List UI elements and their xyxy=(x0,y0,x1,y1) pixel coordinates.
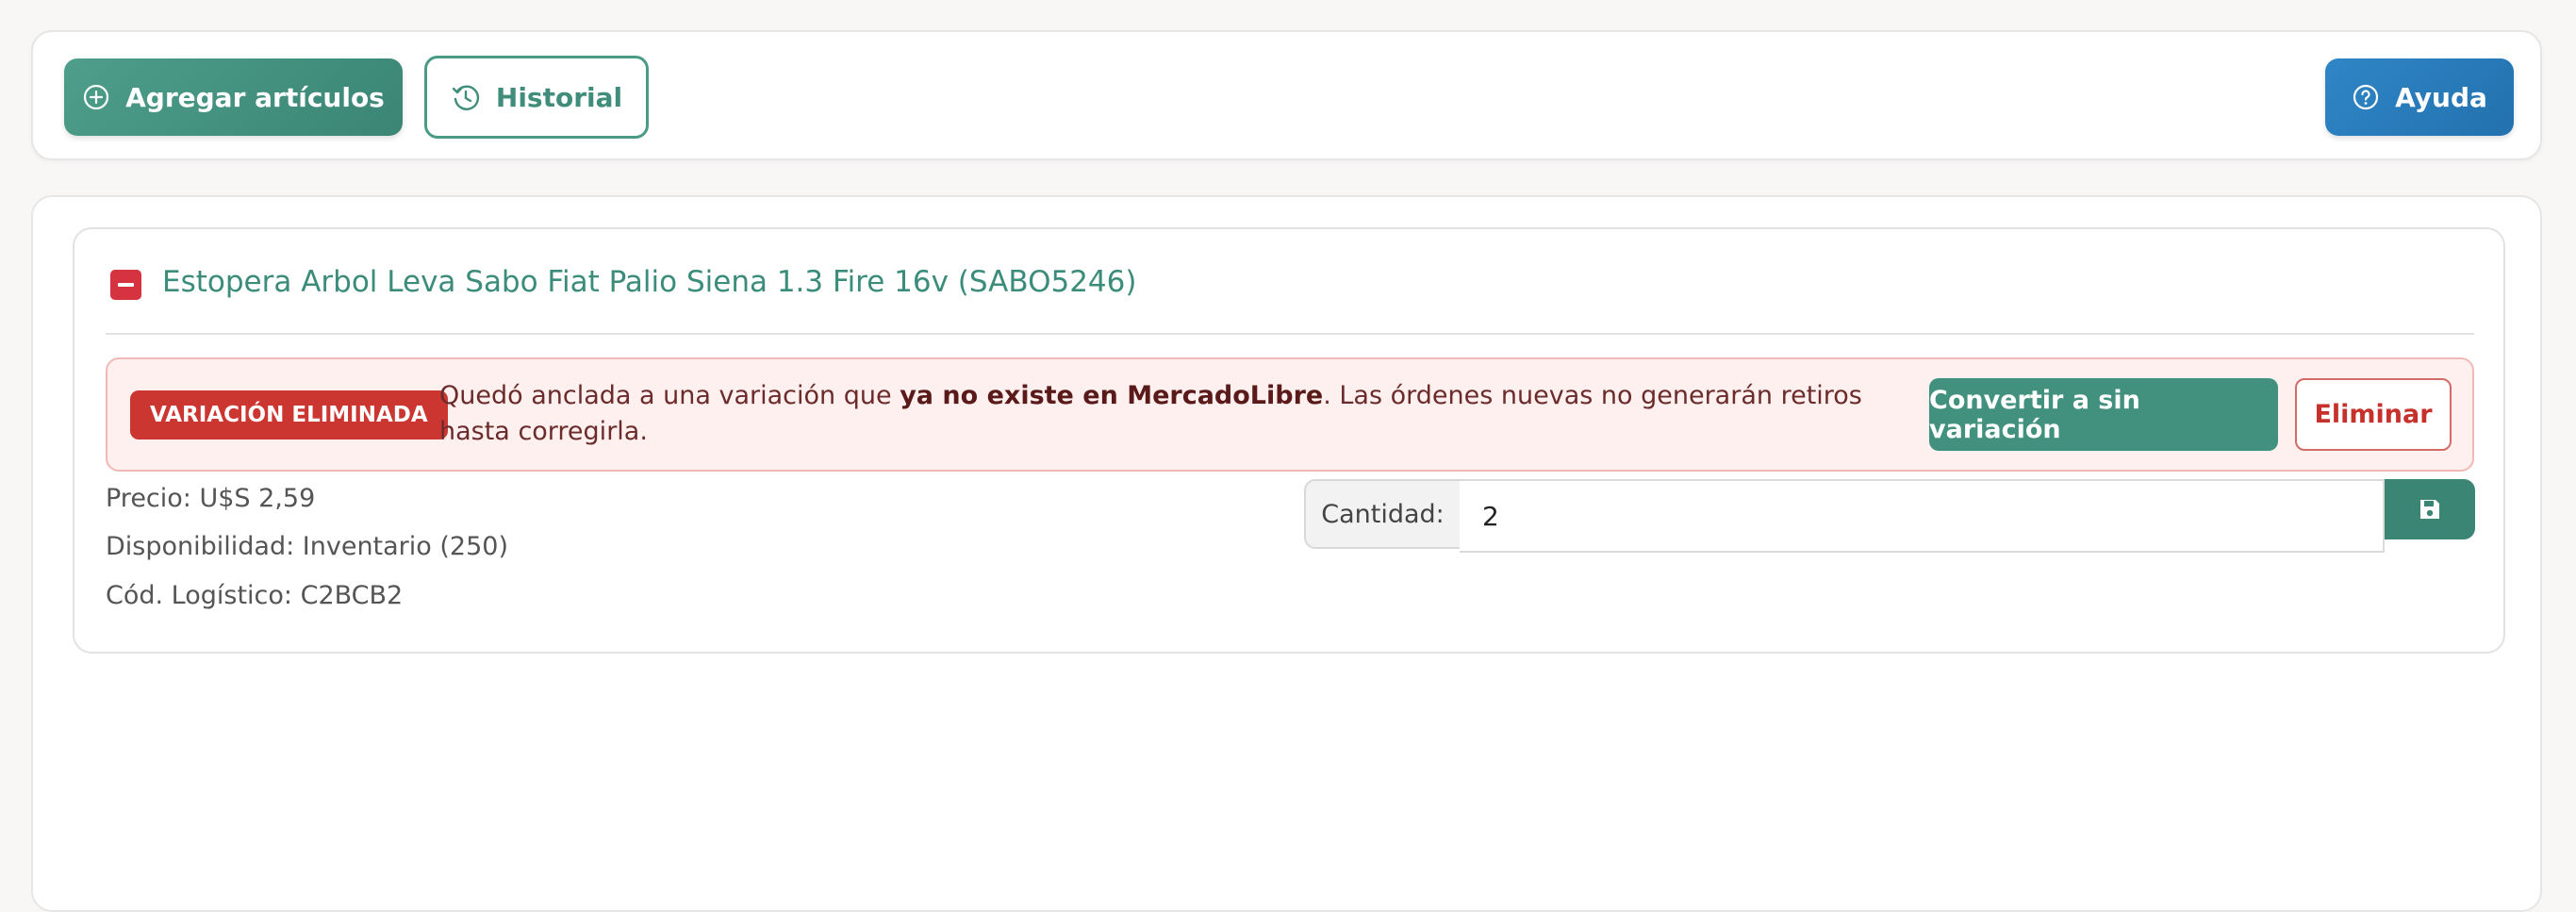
main-panel: Estopera Arbol Leva Sabo Fiat Palio Sien… xyxy=(31,195,2542,912)
history-button[interactable]: Historial xyxy=(424,56,649,139)
collapse-item-button[interactable] xyxy=(110,270,141,300)
quantity-label: Cantidad: xyxy=(1304,479,1461,549)
question-circle-icon xyxy=(2352,83,2380,111)
divider xyxy=(106,333,2474,335)
quantity-group: Cantidad: xyxy=(1304,479,2475,553)
item-card: Estopera Arbol Leva Sabo Fiat Palio Sien… xyxy=(73,227,2505,654)
logistics-code-text: Cód. Logístico: C2BCB2 xyxy=(106,581,404,610)
plus-circle-icon xyxy=(82,83,110,111)
alert-message-bold: ya no existe en MercadoLibre xyxy=(900,381,1324,410)
add-articles-button[interactable]: Agregar artículos xyxy=(64,58,403,136)
quantity-input[interactable] xyxy=(1460,479,2385,553)
delete-button[interactable]: Eliminar xyxy=(2295,378,2452,451)
history-icon xyxy=(451,82,481,112)
deleted-variation-alert: VARIACIÓN ELIMINADA Quedó anclada a una … xyxy=(106,357,2474,472)
floppy-disk-icon xyxy=(2418,497,2442,522)
history-label: Historial xyxy=(495,81,623,113)
save-quantity-button[interactable] xyxy=(2385,479,2475,539)
minus-square-icon xyxy=(118,283,134,287)
item-title: Estopera Arbol Leva Sabo Fiat Palio Sien… xyxy=(162,265,1137,299)
alert-message-prefix: Quedó anclada a una variación que xyxy=(439,381,900,410)
help-button[interactable]: Ayuda xyxy=(2325,58,2514,136)
price-text: Precio: U$S 2,59 xyxy=(106,484,316,513)
help-label: Ayuda xyxy=(2395,81,2487,113)
availability-text: Disponibilidad: Inventario (250) xyxy=(106,532,508,561)
convert-no-variation-button[interactable]: Convertir a sin variación xyxy=(1929,378,2278,451)
alert-message: Quedó anclada a una variación que ya no … xyxy=(439,378,1920,450)
add-articles-label: Agregar artículos xyxy=(125,81,385,113)
toolbar: Agregar artículos Historial Ayuda xyxy=(31,30,2542,160)
status-badge: VARIACIÓN ELIMINADA xyxy=(130,390,448,439)
